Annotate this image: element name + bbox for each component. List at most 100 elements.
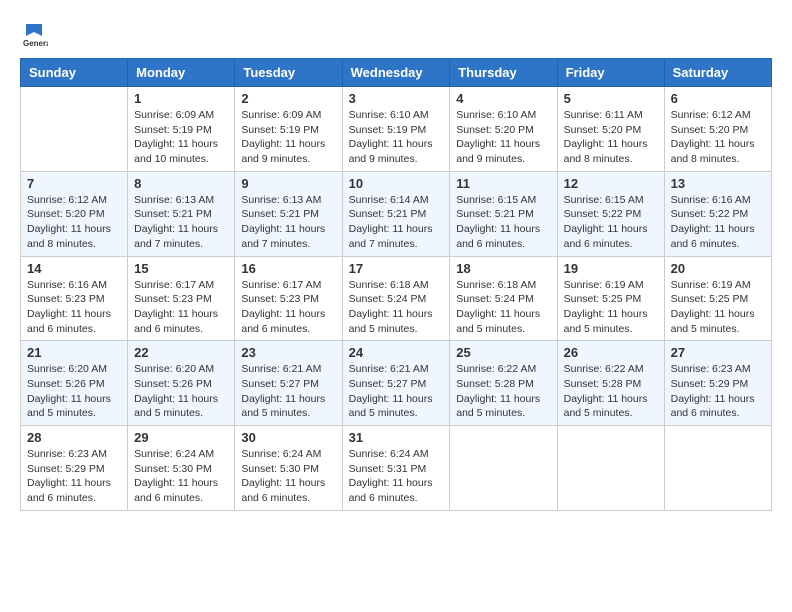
day-info: Sunrise: 6:09 AM Sunset: 5:19 PM Dayligh… [134, 108, 228, 167]
day-number: 13 [671, 176, 765, 191]
day-number: 22 [134, 345, 228, 360]
day-info: Sunrise: 6:10 AM Sunset: 5:19 PM Dayligh… [349, 108, 444, 167]
calendar-cell: 5 Sunrise: 6:11 AM Sunset: 5:20 PM Daylig… [557, 87, 664, 172]
day-info: Sunrise: 6:12 AM Sunset: 5:20 PM Dayligh… [27, 193, 121, 252]
day-number: 31 [349, 430, 444, 445]
day-number: 16 [241, 261, 335, 276]
day-info: Sunrise: 6:11 AM Sunset: 5:20 PM Dayligh… [564, 108, 658, 167]
calendar-cell: 27 Sunrise: 6:23 AM Sunset: 5:29 PM Dayli… [664, 341, 771, 426]
day-info: Sunrise: 6:20 AM Sunset: 5:26 PM Dayligh… [27, 362, 121, 421]
header-tuesday: Tuesday [235, 59, 342, 87]
day-number: 24 [349, 345, 444, 360]
day-info: Sunrise: 6:10 AM Sunset: 5:20 PM Dayligh… [456, 108, 550, 167]
day-number: 29 [134, 430, 228, 445]
day-info: Sunrise: 6:20 AM Sunset: 5:26 PM Dayligh… [134, 362, 228, 421]
day-info: Sunrise: 6:19 AM Sunset: 5:25 PM Dayligh… [564, 278, 658, 337]
header-friday: Friday [557, 59, 664, 87]
day-number: 19 [564, 261, 658, 276]
header-monday: Monday [128, 59, 235, 87]
calendar-cell: 17 Sunrise: 6:18 AM Sunset: 5:24 PM Dayli… [342, 256, 450, 341]
day-info: Sunrise: 6:18 AM Sunset: 5:24 PM Dayligh… [456, 278, 550, 337]
day-number: 10 [349, 176, 444, 191]
day-info: Sunrise: 6:15 AM Sunset: 5:22 PM Dayligh… [564, 193, 658, 252]
day-number: 8 [134, 176, 228, 191]
day-info: Sunrise: 6:21 AM Sunset: 5:27 PM Dayligh… [241, 362, 335, 421]
day-info: Sunrise: 6:23 AM Sunset: 5:29 PM Dayligh… [27, 447, 121, 506]
calendar-cell: 9 Sunrise: 6:13 AM Sunset: 5:21 PM Daylig… [235, 171, 342, 256]
day-info: Sunrise: 6:15 AM Sunset: 5:21 PM Dayligh… [456, 193, 550, 252]
calendar-cell: 7Sunrise: 6:12 AM Sunset: 5:20 PM Daylig… [21, 171, 128, 256]
day-info: Sunrise: 6:12 AM Sunset: 5:20 PM Dayligh… [671, 108, 765, 167]
day-number: 21 [27, 345, 121, 360]
day-info: Sunrise: 6:13 AM Sunset: 5:21 PM Dayligh… [241, 193, 335, 252]
day-number: 17 [349, 261, 444, 276]
day-info: Sunrise: 6:14 AM Sunset: 5:21 PM Dayligh… [349, 193, 444, 252]
day-info: Sunrise: 6:17 AM Sunset: 5:23 PM Dayligh… [134, 278, 228, 337]
day-info: Sunrise: 6:24 AM Sunset: 5:31 PM Dayligh… [349, 447, 444, 506]
calendar-week-row: 7Sunrise: 6:12 AM Sunset: 5:20 PM Daylig… [21, 171, 772, 256]
day-number: 15 [134, 261, 228, 276]
calendar-cell: 21 Sunrise: 6:20 AM Sunset: 5:26 PM Dayli… [21, 341, 128, 426]
header-thursday: Thursday [450, 59, 557, 87]
calendar: SundayMondayTuesdayWednesdayThursdayFrid… [20, 58, 772, 511]
calendar-cell: 6 Sunrise: 6:12 AM Sunset: 5:20 PM Daylig… [664, 87, 771, 172]
calendar-cell: 24 Sunrise: 6:21 AM Sunset: 5:27 PM Dayli… [342, 341, 450, 426]
calendar-cell [450, 426, 557, 511]
calendar-cell: 11 Sunrise: 6:15 AM Sunset: 5:21 PM Dayli… [450, 171, 557, 256]
day-number: 18 [456, 261, 550, 276]
day-number: 1 [134, 91, 228, 106]
day-number: 2 [241, 91, 335, 106]
day-info: Sunrise: 6:22 AM Sunset: 5:28 PM Dayligh… [564, 362, 658, 421]
day-info: Sunrise: 6:17 AM Sunset: 5:23 PM Dayligh… [241, 278, 335, 337]
day-number: 30 [241, 430, 335, 445]
calendar-cell: 23Sunrise: 6:21 AM Sunset: 5:27 PM Dayli… [235, 341, 342, 426]
day-info: Sunrise: 6:24 AM Sunset: 5:30 PM Dayligh… [134, 447, 228, 506]
calendar-cell: 26 Sunrise: 6:22 AM Sunset: 5:28 PM Dayli… [557, 341, 664, 426]
day-info: Sunrise: 6:18 AM Sunset: 5:24 PM Dayligh… [349, 278, 444, 337]
calendar-week-row: 28Sunrise: 6:23 AM Sunset: 5:29 PM Dayli… [21, 426, 772, 511]
calendar-cell [557, 426, 664, 511]
day-info: Sunrise: 6:19 AM Sunset: 5:25 PM Dayligh… [671, 278, 765, 337]
header-wednesday: Wednesday [342, 59, 450, 87]
day-number: 9 [241, 176, 335, 191]
day-number: 26 [564, 345, 658, 360]
day-number: 6 [671, 91, 765, 106]
header-saturday: Saturday [664, 59, 771, 87]
svg-text:General: General [23, 39, 48, 48]
header-sunday: Sunday [21, 59, 128, 87]
calendar-cell: 31 Sunrise: 6:24 AM Sunset: 5:31 PM Dayli… [342, 426, 450, 511]
calendar-cell: 30Sunrise: 6:24 AM Sunset: 5:30 PM Dayli… [235, 426, 342, 511]
day-number: 27 [671, 345, 765, 360]
day-number: 12 [564, 176, 658, 191]
logo: General [20, 20, 52, 48]
calendar-cell: 19 Sunrise: 6:19 AM Sunset: 5:25 PM Dayli… [557, 256, 664, 341]
calendar-cell [21, 87, 128, 172]
day-info: Sunrise: 6:22 AM Sunset: 5:28 PM Dayligh… [456, 362, 550, 421]
calendar-cell: 8 Sunrise: 6:13 AM Sunset: 5:21 PM Daylig… [128, 171, 235, 256]
calendar-cell: 29 Sunrise: 6:24 AM Sunset: 5:30 PM Dayli… [128, 426, 235, 511]
calendar-cell: 4Sunrise: 6:10 AM Sunset: 5:20 PM Daylig… [450, 87, 557, 172]
day-info: Sunrise: 6:23 AM Sunset: 5:29 PM Dayligh… [671, 362, 765, 421]
day-info: Sunrise: 6:21 AM Sunset: 5:27 PM Dayligh… [349, 362, 444, 421]
calendar-cell: 1 Sunrise: 6:09 AM Sunset: 5:19 PM Daylig… [128, 87, 235, 172]
calendar-cell: 3Sunrise: 6:10 AM Sunset: 5:19 PM Daylig… [342, 87, 450, 172]
day-info: Sunrise: 6:16 AM Sunset: 5:22 PM Dayligh… [671, 193, 765, 252]
calendar-cell: 25 Sunrise: 6:22 AM Sunset: 5:28 PM Dayli… [450, 341, 557, 426]
calendar-cell: 28Sunrise: 6:23 AM Sunset: 5:29 PM Dayli… [21, 426, 128, 511]
day-number: 11 [456, 176, 550, 191]
calendar-header-row: SundayMondayTuesdayWednesdayThursdayFrid… [21, 59, 772, 87]
calendar-cell: 18 Sunrise: 6:18 AM Sunset: 5:24 PM Dayli… [450, 256, 557, 341]
calendar-cell: 2 Sunrise: 6:09 AM Sunset: 5:19 PM Daylig… [235, 87, 342, 172]
day-number: 25 [456, 345, 550, 360]
day-number: 5 [564, 91, 658, 106]
day-info: Sunrise: 6:13 AM Sunset: 5:21 PM Dayligh… [134, 193, 228, 252]
calendar-cell: 20Sunrise: 6:19 AM Sunset: 5:25 PM Dayli… [664, 256, 771, 341]
calendar-cell: 15 Sunrise: 6:17 AM Sunset: 5:23 PM Dayli… [128, 256, 235, 341]
day-info: Sunrise: 6:09 AM Sunset: 5:19 PM Dayligh… [241, 108, 335, 167]
logo-icon: General [20, 20, 48, 48]
calendar-week-row: 14Sunrise: 6:16 AM Sunset: 5:23 PM Dayli… [21, 256, 772, 341]
calendar-cell: 22 Sunrise: 6:20 AM Sunset: 5:26 PM Dayli… [128, 341, 235, 426]
day-number: 14 [27, 261, 121, 276]
calendar-week-row: 21 Sunrise: 6:20 AM Sunset: 5:26 PM Dayli… [21, 341, 772, 426]
calendar-cell: 13 Sunrise: 6:16 AM Sunset: 5:22 PM Dayli… [664, 171, 771, 256]
